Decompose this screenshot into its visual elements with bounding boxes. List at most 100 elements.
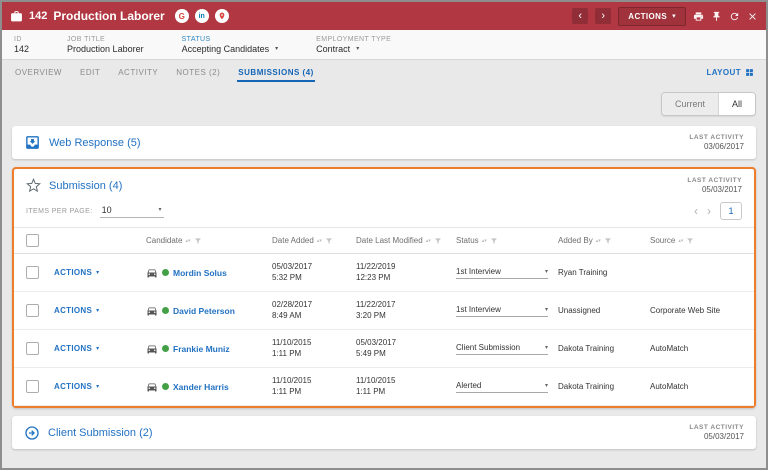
submissions-table: Candidate ▴▾ Date Added ▴▾ Date Last Modif… <box>14 227 754 406</box>
client-submission-icon <box>24 425 40 441</box>
submission-card: Submission (4) LAST ACTIVITY 05/03/2017 … <box>12 167 756 408</box>
row-actions-button[interactable]: ACTIONS ▾ <box>54 268 138 277</box>
field-employment-type-value: Contract <box>316 43 351 54</box>
field-job-title-label: JOB TITLE <box>67 35 106 43</box>
filter-funnel-icon[interactable] <box>434 237 442 245</box>
row-actions-button[interactable]: ACTIONS ▾ <box>54 382 138 391</box>
refresh-icon[interactable] <box>729 11 740 22</box>
table-row: ACTIONS ▾ David Peterson 02/28/2017 8:49 A… <box>14 291 754 330</box>
sort-icon[interactable]: ▴▾ <box>482 238 487 244</box>
linkedin-icon[interactable]: in <box>194 9 209 23</box>
location-pin-icon[interactable] <box>214 9 229 23</box>
added-by-cell: Dakota Training <box>554 329 646 368</box>
sort-icon[interactable]: ▴▾ <box>596 238 601 244</box>
job-briefcase-icon <box>10 10 23 23</box>
dropdown-caret-icon: ▾ <box>96 270 100 276</box>
status-select[interactable]: Client Submission ▾ <box>456 343 548 355</box>
dropdown-caret-icon: ▾ <box>96 308 100 314</box>
tab-activity[interactable]: ACTIVITY <box>117 63 159 82</box>
record-tabbar: OVERVIEW EDIT ACTIVITY NOTES (2) SUBMISS… <box>2 60 766 84</box>
sort-icon[interactable]: ▴▾ <box>678 238 683 244</box>
filter-funnel-icon[interactable] <box>686 237 694 245</box>
chevron-down-icon: ▾ <box>544 306 548 313</box>
items-per-page-label: ITEMS PER PAGE: <box>26 207 93 215</box>
chevron-down-icon: ▾ <box>544 268 548 275</box>
row-actions-button[interactable]: ACTIONS ▾ <box>54 306 138 315</box>
layout-button[interactable]: LAYOUT <box>706 68 754 77</box>
page-1-button[interactable]: 1 <box>720 202 742 220</box>
tab-submissions[interactable]: SUBMISSIONS (4) <box>237 63 315 82</box>
client-submission-card: Client Submission (2) LAST ACTIVITY 05/0… <box>12 416 756 449</box>
filter-toggle-row: Current All <box>12 92 756 116</box>
candidate-link[interactable]: David Peterson <box>173 306 235 316</box>
row-checkbox[interactable] <box>26 380 39 393</box>
sort-icon[interactable]: ▴▾ <box>426 238 431 244</box>
row-checkbox[interactable] <box>26 304 39 317</box>
date-modified-time: 5:49 PM <box>356 348 386 358</box>
star-icon <box>26 178 41 193</box>
source-cell: AutoMatch <box>646 329 754 368</box>
status-select[interactable]: 1st Interview ▾ <box>456 267 548 279</box>
select-all-checkbox[interactable] <box>26 234 39 247</box>
sort-icon[interactable]: ▴▾ <box>317 238 322 244</box>
tab-overview[interactable]: OVERVIEW <box>14 63 63 82</box>
filter-funnel-icon[interactable] <box>194 237 202 245</box>
dropdown-caret-icon: ▾ <box>96 384 100 390</box>
employment-type-dropdown[interactable]: Contract ▾ <box>316 44 391 54</box>
dropdown-caret-icon: ▾ <box>96 346 100 352</box>
filter-funnel-icon[interactable] <box>604 237 612 245</box>
close-icon[interactable] <box>747 11 758 22</box>
row-checkbox[interactable] <box>26 266 39 279</box>
header-actions-label: ACTIONS <box>628 11 668 21</box>
status-select[interactable]: 1st Interview ▾ <box>456 305 548 317</box>
car-icon <box>146 381 158 393</box>
web-response-title[interactable]: Web Response (5) <box>49 137 141 149</box>
items-per-page-select[interactable]: 10 ▾ <box>99 205 164 218</box>
job-record-window: 142 Production Laborer G in ‹ › ACTIONS … <box>0 0 768 470</box>
page-prev-icon[interactable]: ‹ <box>694 205 698 217</box>
filter-current-button[interactable]: Current <box>661 93 718 115</box>
submission-title[interactable]: Submission (4) <box>49 180 122 192</box>
filter-funnel-icon[interactable] <box>490 237 498 245</box>
car-icon <box>146 305 158 317</box>
row-checkbox[interactable] <box>26 342 39 355</box>
filter-all-button[interactable]: All <box>717 93 755 115</box>
status-select[interactable]: Alerted ▾ <box>456 381 548 393</box>
field-id: ID 142 <box>14 36 29 54</box>
sort-icon[interactable]: ▴▾ <box>185 238 190 244</box>
header-actions-button[interactable]: ACTIONS ▾ <box>618 6 686 26</box>
chevron-down-icon: ▾ <box>158 207 162 213</box>
column-status: Status <box>456 236 479 245</box>
page-next-icon[interactable]: › <box>707 205 711 217</box>
client-submission-last-activity: LAST ACTIVITY 05/03/2017 <box>689 424 744 441</box>
client-submission-title[interactable]: Client Submission (2) <box>48 427 153 439</box>
filter-toggle-group: Current All <box>660 92 756 116</box>
web-response-icon <box>24 134 41 151</box>
prev-record-button[interactable]: ‹ <box>572 8 589 24</box>
candidate-link[interactable]: Mordin Solus <box>173 268 227 278</box>
pin-icon[interactable] <box>711 11 722 22</box>
web-response-card: Web Response (5) LAST ACTIVITY 03/06/201… <box>12 126 756 159</box>
candidate-link[interactable]: Frankie Muniz <box>173 344 230 354</box>
print-icon[interactable] <box>693 11 704 22</box>
items-per-page-row: ITEMS PER PAGE: 10 ▾ ‹ › 1 <box>14 202 754 227</box>
google-icon[interactable]: G <box>174 9 189 23</box>
field-job-title: JOB TITLE Production Laborer <box>67 36 144 54</box>
layout-grid-icon <box>745 68 754 77</box>
row-actions-button[interactable]: ACTIONS ▾ <box>54 344 138 353</box>
added-by-cell: Unassigned <box>554 291 646 330</box>
date-modified: 11/10/2015 <box>356 375 396 385</box>
candidate-link[interactable]: Xander Harris <box>173 382 229 392</box>
source-cell <box>646 253 754 292</box>
chevron-down-icon: ▾ <box>275 46 279 52</box>
status-dropdown[interactable]: Accepting Candidates ▾ <box>182 44 279 54</box>
filter-funnel-icon[interactable] <box>325 237 333 245</box>
field-employment-type: EMPLOYMENT TYPE Contract ▾ <box>316 36 391 54</box>
tab-edit[interactable]: EDIT <box>79 63 101 82</box>
date-added-time: 1:11 PM <box>272 348 302 358</box>
chevron-down-icon: ▾ <box>544 344 548 351</box>
web-response-last-activity: LAST ACTIVITY 03/06/2017 <box>689 134 744 151</box>
column-date-added: Date Added <box>272 236 314 245</box>
tab-notes[interactable]: NOTES (2) <box>175 63 221 82</box>
next-record-button[interactable]: › <box>595 8 612 24</box>
